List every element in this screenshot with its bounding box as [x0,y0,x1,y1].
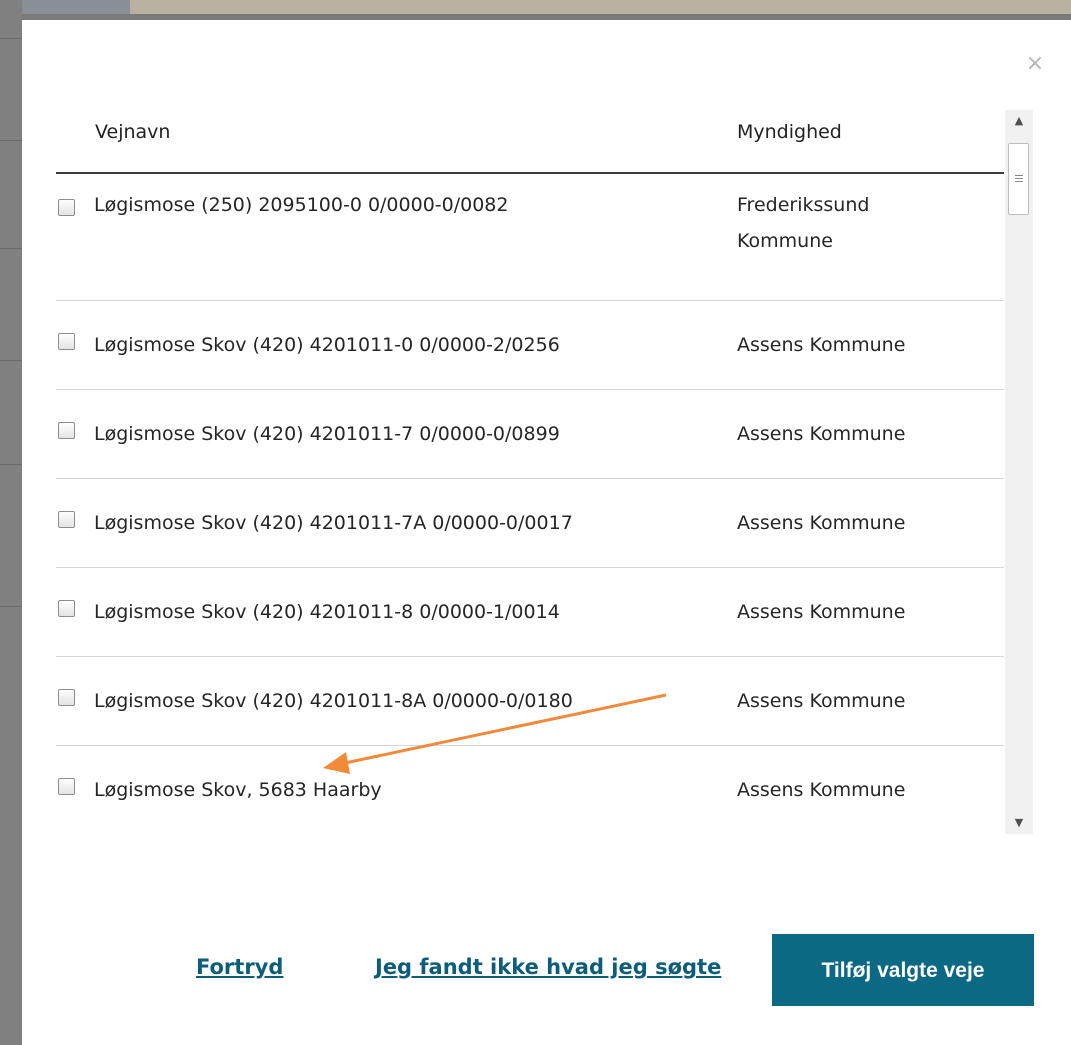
scroll-up-icon[interactable]: ▲ [1005,110,1033,132]
close-icon[interactable]: × [1024,53,1046,75]
not-found-link[interactable]: Jeg fandt ikke hvad jeg søgte [375,955,721,979]
table-row[interactable]: Løgismose Skov (420) 4201011-7A 0/0000-0… [56,479,1004,568]
background-page-edge [0,0,22,1045]
add-selected-roads-button[interactable]: Tilføj valgte veje [772,934,1034,1006]
table-row[interactable]: Løgismose Skov (420) 4201011-7 0/0000-0/… [56,390,1004,479]
table-row[interactable]: Løgismose (250) 2095100-0 0/0000-0/0082 … [56,174,1004,301]
road-table: Vejnavn Myndighed Løgismose (250) 209510… [56,108,1004,834]
authority-name: Assens Kommune [737,512,906,534]
road-name: Løgismose Skov (420) 4201011-7 0/0000-0/… [94,423,560,445]
row-checkbox[interactable] [58,778,75,795]
divider [0,464,22,465]
road-name: Løgismose Skov, 5683 Haarby [94,779,382,801]
authority-name: Frederikssund Kommune [737,194,870,252]
authority-name: Assens Kommune [737,423,906,445]
grip-line [1015,175,1023,176]
row-checkbox[interactable] [58,689,75,706]
divider [0,38,22,39]
road-name: Løgismose Skov (420) 4201011-8 0/0000-1/… [94,601,560,623]
column-header-road-name: Vejnavn [95,121,171,143]
road-name: Løgismose (250) 2095100-0 0/0000-0/0082 [94,194,509,216]
divider [0,360,22,361]
scroll-down-icon[interactable]: ▼ [1005,812,1033,834]
row-checkbox[interactable] [58,199,75,216]
cancel-link[interactable]: Fortryd [196,955,283,979]
row-checkbox[interactable] [58,600,75,617]
row-checkbox[interactable] [58,422,75,439]
divider [0,248,22,249]
table-row[interactable]: Løgismose Skov, 5683 Haarby Assens Kommu… [56,746,1004,834]
road-name: Løgismose Skov (420) 4201011-7A 0/0000-0… [94,512,573,534]
row-checkbox[interactable] [58,511,75,528]
scrollbar-thumb[interactable] [1008,143,1029,215]
road-name: Løgismose Skov (420) 4201011-0 0/0000-2/… [94,334,560,356]
road-selection-dialog: × Vejnavn Myndighed Løgismose (250) 2095… [22,20,1071,1045]
table-header: Vejnavn Myndighed [56,108,1004,174]
divider [0,606,22,607]
table-row[interactable]: Løgismose Skov (420) 4201011-8A 0/0000-0… [56,657,1004,746]
divider [0,140,22,141]
grip-line [1015,178,1023,179]
column-header-authority: Myndighed [737,121,842,143]
grip-line [1015,181,1023,182]
table-row[interactable]: Løgismose Skov (420) 4201011-8 0/0000-1/… [56,568,1004,657]
authority-name: Assens Kommune [737,601,906,623]
authority-name: Assens Kommune [737,334,906,356]
authority-name: Assens Kommune [737,690,906,712]
authority-name: Assens Kommune [737,779,906,801]
row-checkbox[interactable] [58,333,75,350]
background-map-strip [0,0,1071,14]
table-row[interactable]: Løgismose Skov (420) 4201011-0 0/0000-2/… [56,301,1004,390]
road-name: Løgismose Skov (420) 4201011-8A 0/0000-0… [94,690,573,712]
table-scrollbar[interactable]: ▲ ▼ [1005,110,1033,834]
